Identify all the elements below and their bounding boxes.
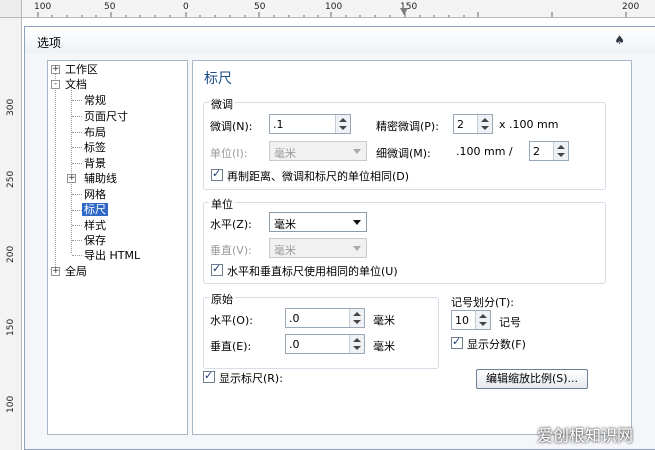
check-icon: ✓ (212, 167, 222, 180)
ruler-origin-corner[interactable] (0, 0, 22, 18)
origin-group-title: 原始 (209, 291, 235, 307)
tree-item-guidelines[interactable]: 辅助线 (84, 171, 117, 186)
rulers-panel: 标尺 微调 微调(N): .1 精密微调(P): 2 x .100 mm 单位(… (192, 60, 632, 435)
horizontal-units-select[interactable]: 毫米 (269, 212, 367, 232)
show-fractions-checkbox[interactable]: ✓ (451, 335, 463, 349)
tree-item-workspace[interactable]: 工作区 (65, 62, 98, 77)
same-ruler-units-checkbox[interactable]: ✓ (211, 262, 223, 276)
micro-nudge-prefix: .100 mm / (456, 145, 513, 158)
origin-vertical-unit: 毫米 (373, 340, 395, 353)
expand-workspace-icon[interactable]: + (51, 65, 60, 74)
edit-scale-button[interactable]: 编辑缩放比例(S)... (476, 369, 588, 389)
panel-title: 标尺 (204, 71, 232, 87)
tree-item-rulers[interactable]: 标尺 (82, 202, 108, 217)
dialog-title-bar[interactable]: 选项 ♠ (25, 27, 655, 53)
spin-up-icon (353, 338, 361, 342)
collapse-document-icon[interactable]: - (51, 80, 60, 89)
vertical-units-select[interactable]: 毫米 (269, 238, 367, 258)
tree-item-background[interactable]: 背景 (84, 156, 106, 171)
ruler-ticks (37, 12, 627, 17)
ruler-label: 250 (6, 170, 16, 188)
tree-item-label[interactable]: 标签 (84, 140, 106, 155)
spin-down-icon (481, 126, 489, 130)
tick-divisions-spinner[interactable]: 10 (451, 310, 491, 330)
vertical-ruler[interactable]: 300 250 200 150 100 (0, 18, 22, 450)
show-rulers-checkbox[interactable]: ✓ (203, 369, 215, 383)
nudge-spinner[interactable]: .1 (269, 114, 351, 134)
tree-item-document[interactable]: 文档 (65, 77, 87, 92)
spin-up-icon (557, 145, 565, 149)
expand-global-icon[interactable]: + (51, 267, 60, 276)
tick-divisions-label: 记号划分(T): (451, 296, 515, 309)
nudge-label: 微调(N): (210, 120, 253, 133)
horizontal-ruler[interactable]: 100 50 0 50 100 150 200 (0, 0, 655, 18)
vertical-units-label: 垂直(V): (210, 244, 252, 257)
horizontal-units-label: 水平(Z): (210, 218, 252, 231)
origin-horizontal-label: 水平(O): (210, 314, 253, 327)
tree-item-grid[interactable]: 网格 (84, 187, 106, 202)
tree-item-general[interactable]: 常规 (84, 93, 106, 108)
dialog-title: 选项 (37, 36, 62, 50)
units-group-title: 单位 (209, 196, 235, 212)
spin-up-icon (481, 118, 489, 122)
tree-item-global[interactable]: 全局 (65, 264, 87, 279)
nudge-group-title: 微调 (209, 96, 235, 112)
watermark: 爱创根知识网 (536, 426, 633, 445)
tree-item-export-html[interactable]: 导出 HTML (84, 248, 140, 263)
spin-down-icon (353, 320, 361, 324)
options-tree: + 工作区 - 文档 常规 页面尺寸 布局 标签 背景 + 辅助线 网格 标尺 … (47, 60, 188, 435)
ruler-label: 150 (6, 318, 16, 336)
ruler-label: 100 (6, 395, 16, 413)
micro-nudge-label: 细微调(M): (376, 147, 431, 160)
show-fractions-label: 显示分数(F) (467, 338, 526, 351)
ruler-label: 300 (6, 98, 16, 116)
nudge-units-select[interactable]: 毫米 (269, 141, 367, 161)
chevron-down-icon (353, 220, 361, 225)
ruler-position-marker (400, 8, 408, 15)
spin-down-icon (479, 322, 487, 326)
nudge-units-label: 单位(I): (210, 147, 248, 160)
show-rulers-label: 显示标尺(R): (219, 372, 283, 385)
check-icon: ✓ (212, 262, 222, 275)
same-units-checkbox[interactable]: ✓ (211, 167, 223, 181)
spin-down-icon (557, 153, 565, 157)
micro-nudge-spinner[interactable]: 2 (529, 141, 569, 161)
tree-item-page-size[interactable]: 页面尺寸 (84, 109, 128, 124)
origin-horizontal-spinner[interactable]: .0 (285, 308, 365, 328)
check-icon: ✓ (452, 335, 462, 348)
chevron-down-icon (353, 246, 361, 251)
spin-up-icon (339, 118, 347, 122)
origin-vertical-label: 垂直(E): (210, 340, 252, 353)
precise-nudge-spinner[interactable]: 2 (453, 114, 493, 134)
same-units-label: 再制距离、微调和标尺的单位相同(D) (227, 170, 410, 183)
chevron-down-icon (353, 149, 361, 154)
expand-guidelines-icon[interactable]: + (67, 174, 76, 183)
check-icon: ✓ (204, 369, 214, 382)
ruler-label: 200 (6, 245, 16, 263)
origin-vertical-spinner[interactable]: .0 (285, 334, 365, 354)
precise-nudge-unit: x .100 mm (499, 118, 559, 131)
origin-horizontal-unit: 毫米 (373, 314, 395, 327)
options-dialog: 选项 ♠ + 工作区 - 文档 常规 页面尺寸 布局 标签 背景 + 辅助线 网… (24, 26, 655, 450)
pin-icon[interactable]: ♠ (614, 33, 625, 47)
spin-down-icon (353, 346, 361, 350)
spin-up-icon (353, 312, 361, 316)
spin-up-icon (479, 314, 487, 318)
tree-item-save[interactable]: 保存 (84, 233, 106, 248)
tree-item-styles[interactable]: 样式 (84, 218, 106, 233)
spin-down-icon (339, 126, 347, 130)
tree-item-layout[interactable]: 布局 (84, 125, 106, 140)
precise-nudge-label: 精密微调(P): (376, 120, 439, 133)
same-ruler-units-label: 水平和垂直标尺使用相同的单位(U) (227, 265, 398, 278)
tick-divisions-unit: 记号 (499, 316, 521, 329)
